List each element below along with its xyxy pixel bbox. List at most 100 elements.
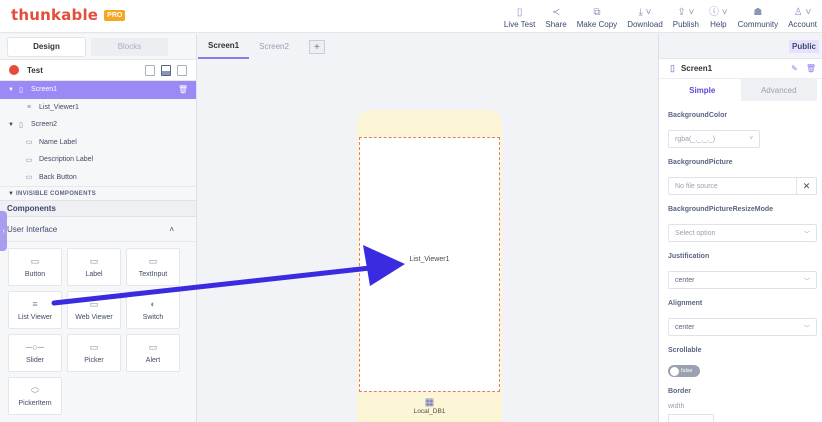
component-alert[interactable]: ▭ Alert (126, 334, 180, 372)
tab-design[interactable]: Design (8, 37, 85, 56)
top-bar: thunkable PRO ▯ Live Test ≺ Share ⧉ Make Copy… (0, 0, 822, 33)
local-db-component[interactable]: ▦ Local_DB1 (357, 397, 502, 415)
public-badge[interactable]: Public (788, 39, 819, 53)
nav-account[interactable]: ♙ ˅ Account (783, 3, 822, 30)
component-icon: ≡ (26, 103, 32, 111)
account-icon: ♙ ˅ (793, 7, 812, 18)
nav-download[interactable]: ⤓ ˅ Download (622, 3, 668, 30)
tab-screen1[interactable]: Screen1 (198, 34, 250, 59)
tab-simple[interactable]: Simple (664, 79, 741, 101)
nav-publish[interactable]: ⇪ ˅ Publish (668, 3, 704, 30)
tab-screen2[interactable]: Screen2 (249, 34, 299, 59)
project-icon (9, 65, 19, 75)
design-blocks-tabs: Design Blocks (0, 34, 196, 59)
user-interface-section[interactable]: User Interface ˄ (0, 217, 196, 242)
phone-layout-icon[interactable] (145, 64, 155, 76)
add-screen-button[interactable]: + (308, 40, 325, 54)
trash-icon[interactable]: 🗑 (806, 64, 816, 73)
project-name: Test (27, 65, 43, 75)
prop-background-color: BackgroundColor rgba(_,_,_,_) ˅ (659, 112, 822, 148)
resize-mode-label: BackgroundPictureResizeMode (668, 206, 774, 213)
scrollable-toggle[interactable]: false (668, 365, 700, 377)
properties-panel: Public ▯ Screen1 ✎ 🗑 Simple Advanced Bac… (658, 34, 822, 422)
tree-item-label: Screen2 (31, 121, 58, 129)
nav-copy[interactable]: ⧉ Make Copy (572, 3, 622, 30)
phone-icon: ▯ (516, 7, 523, 18)
component-textinput[interactable]: ▭ TextInput (126, 248, 180, 286)
picker-icon: ▭ (89, 342, 99, 352)
nav-label: Live Test (503, 20, 536, 29)
tree-item-label: List_Viewer1 (39, 103, 79, 111)
components-header: Components (0, 200, 196, 217)
tab-advanced[interactable]: Advanced (740, 79, 817, 101)
label-icon: ▭ (89, 256, 99, 266)
component-label: Button (24, 271, 46, 278)
component-label[interactable]: ▭ Label (67, 248, 121, 286)
resize-mode-placeholder: Select option (675, 229, 716, 237)
desktop-layout-icon[interactable] (177, 64, 187, 76)
chevron-down-icon: ﹀ (803, 278, 810, 285)
tree-item-screen2[interactable]: ▼ ▯ Screen2 (0, 116, 196, 134)
justification-select[interactable]: center ﹀ (668, 271, 817, 289)
tree-item-name-label[interactable]: ▭ Name Label (0, 134, 196, 152)
components-grid: ▭ Button ▭ Label ▭ TextInput ≡ List Viewer ▭ Web … (0, 242, 196, 421)
component-label: Alert (145, 357, 161, 364)
invisible-components-header[interactable]: ▼ INVISIBLE COMPONENTS (0, 186, 196, 200)
properties-title: Screen1 (680, 64, 713, 73)
project-row[interactable]: Test (0, 59, 196, 81)
nav-help[interactable]: ⓘ ˅ Help (704, 3, 733, 30)
list-viewer-placeholder[interactable]: List_Viewer1 (360, 256, 499, 263)
caret-down-icon[interactable]: ▼ (8, 87, 16, 93)
nav-label: Publish (672, 20, 700, 29)
nav-label: Help (710, 20, 727, 29)
nav-community[interactable]: ☗ Community (733, 3, 783, 30)
background-picture-label: BackgroundPicture (668, 159, 733, 166)
component-list-viewer[interactable]: ≡ List Viewer (8, 291, 62, 329)
edit-icon[interactable]: ✎ (791, 64, 798, 73)
prop-background-picture: BackgroundPicture No file source ✕ (659, 159, 822, 195)
screen-icon: ▯ (670, 63, 675, 73)
tree-item-list-viewer1[interactable]: ≡ List_Viewer1 (0, 99, 196, 117)
resize-mode-select[interactable]: Select option ﹀ (668, 224, 817, 242)
component-picker[interactable]: ▭ Picker (67, 334, 121, 372)
publish-icon: ⇪ ˅ (677, 7, 695, 18)
justification-value: center (675, 276, 695, 284)
properties-header: ▯ Screen1 ✎ 🗑 (659, 59, 822, 79)
alignment-label: Alignment (668, 300, 703, 307)
phone-screen[interactable]: List_Viewer1 (359, 137, 500, 392)
tab-blocks[interactable]: Blocks (91, 37, 168, 56)
trash-icon[interactable]: 🗑 (178, 85, 188, 94)
background-color-select[interactable]: rgba(_,_,_,_) ˅ (668, 130, 760, 148)
component-web-viewer[interactable]: ▭ Web Viewer (67, 291, 121, 329)
component-button[interactable]: ▭ Button (8, 248, 62, 286)
justification-label: Justification (668, 253, 710, 260)
nav-phone[interactable]: ▯ Live Test (499, 3, 540, 30)
tree-item-screen1[interactable]: ▼ ▯ Screen1 🗑 (0, 81, 196, 99)
panel-toggle-handle[interactable]: › (0, 211, 7, 251)
design-canvas: List_Viewer1 ▦ Local_DB1 (198, 59, 658, 422)
component-slider[interactable]: ─○─ Slider (8, 334, 62, 372)
caret-down-icon[interactable]: ▼ (8, 122, 16, 128)
chevron-down-icon: ﹀ (803, 325, 810, 332)
background-picture-input[interactable]: No file source (668, 177, 797, 195)
tablet-layout-icon[interactable] (161, 64, 171, 76)
thunkable-logo[interactable]: thunkable PRO (11, 6, 126, 24)
invisible-components-label: INVISIBLE COMPONENTS (16, 190, 97, 197)
tree-item-label: Screen1 (31, 86, 58, 94)
chevron-up-icon: ˄ (169, 224, 174, 234)
component-icon: ▭ (25, 174, 33, 182)
component-pickeritem[interactable]: ⬭ PickerItem (8, 377, 62, 415)
tree-item-label: Name Label (39, 138, 77, 146)
community-icon: ☗ (753, 7, 763, 18)
clear-picture-button[interactable]: ✕ (797, 177, 817, 195)
nav-share[interactable]: ≺ Share (540, 3, 571, 30)
alignment-select[interactable]: center ﹀ (668, 318, 817, 336)
border-width-input[interactable] (668, 414, 714, 422)
pro-badge: PRO (104, 9, 126, 21)
tree-item-back-button[interactable]: ▭ Back Button (0, 169, 196, 187)
slider-icon: ─○─ (25, 342, 45, 352)
database-icon: ▦ (424, 397, 435, 408)
component-switch[interactable]: ◐ Switch (126, 291, 180, 329)
prop-border: Border width (659, 388, 822, 422)
tree-item-description-label[interactable]: ▭ Description Label (0, 151, 196, 169)
